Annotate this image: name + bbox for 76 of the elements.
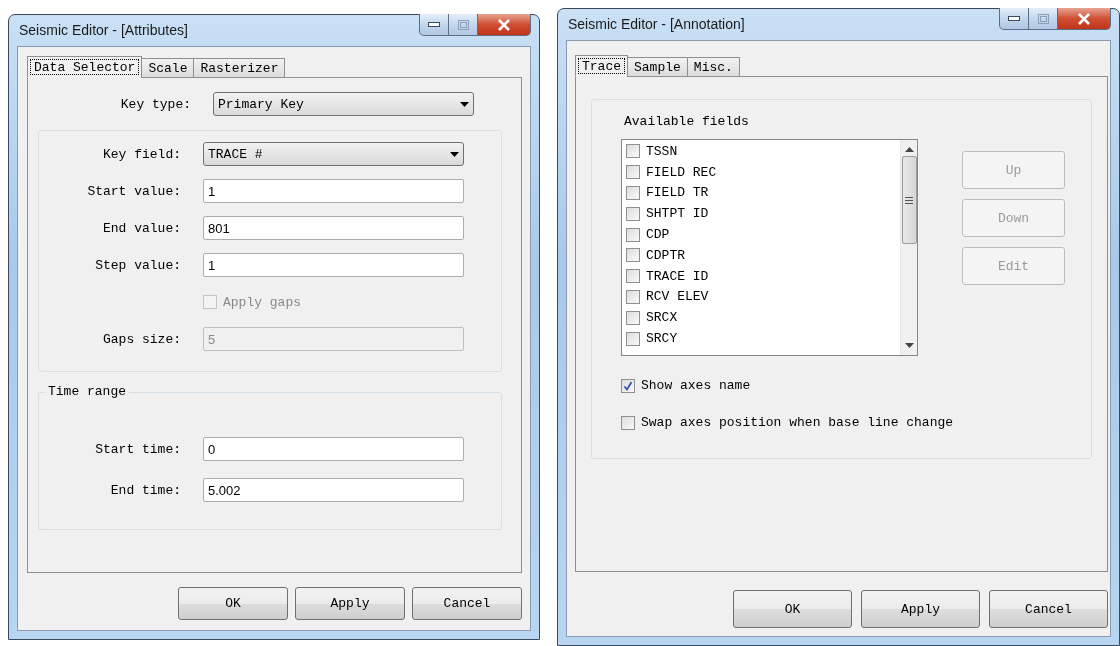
checkbox[interactable]: [626, 310, 640, 325]
checkbox[interactable]: [626, 331, 640, 346]
field-label: End time:: [109, 482, 181, 498]
checkbox[interactable]: [626, 165, 640, 180]
checkbox[interactable]: [626, 248, 640, 263]
close-icon: [1077, 12, 1091, 25]
field-label: Key type:: [119, 96, 191, 112]
field-label: Gaps size:: [102, 331, 181, 347]
tab[interactable]: Trace: [575, 55, 628, 77]
scroll-down-icon: [904, 343, 914, 348]
checkbox-label: Show axes name: [641, 378, 751, 393]
field-label: Start value:: [86, 183, 181, 199]
tab[interactable]: Rasterizer: [193, 58, 286, 78]
list-item[interactable]: TRACE ID: [646, 268, 709, 284]
maximize-button[interactable]: [1028, 8, 1058, 30]
grip-icon: [905, 196, 913, 204]
input-field[interactable]: 1: [203, 253, 464, 277]
close-button[interactable]: [477, 14, 531, 36]
dialog-button[interactable]: Cancel: [412, 587, 522, 620]
checkbox[interactable]: [621, 415, 635, 430]
close-button[interactable]: [1057, 8, 1111, 30]
list-label: Available fields: [624, 114, 750, 129]
field-label: Key field:: [102, 146, 181, 162]
checkbox[interactable]: [626, 227, 640, 242]
input-field[interactable]: 801: [203, 216, 464, 240]
tab[interactable]: Sample: [627, 57, 688, 77]
input-field[interactable]: 5.002: [203, 478, 464, 502]
minimize-icon: [1008, 16, 1020, 21]
tab[interactable]: Scale: [141, 58, 195, 78]
close-icon: [497, 18, 511, 31]
list-item[interactable]: TSSN: [646, 143, 678, 159]
caret-icon: [450, 151, 459, 157]
dropdown[interactable]: TRACE #: [203, 142, 464, 166]
field-label: Step value:: [94, 257, 181, 273]
field-label: End value:: [102, 220, 181, 236]
dialog-button[interactable]: Apply: [861, 590, 980, 628]
checkbox-label: Apply gaps: [223, 294, 301, 310]
tab[interactable]: Data Selector: [27, 56, 143, 78]
dialog-button[interactable]: Cancel: [989, 590, 1108, 628]
tab[interactable]: Misc.: [686, 57, 740, 77]
list-item[interactable]: CDP: [646, 227, 670, 243]
list-box[interactable]: TSSN FIELD REC FIELD TR SHTPT ID CDP CDPTR TRACE ID RCV ELEV SRCX SRCY: [621, 139, 918, 356]
minimize-button[interactable]: [999, 8, 1029, 30]
list-item[interactable]: SRCY: [646, 331, 678, 347]
window-title: Seismic Editor - [Annotation]: [568, 16, 745, 32]
scroll-up-icon: [904, 147, 914, 152]
input-field[interactable]: 0: [203, 437, 464, 461]
minimize-icon: [428, 22, 440, 27]
checkbox[interactable]: [626, 269, 640, 284]
maximize-icon: [457, 19, 469, 30]
list-item[interactable]: FIELD REC: [646, 164, 717, 180]
list-item[interactable]: SHTPT ID: [646, 206, 709, 222]
group-title: Time range: [45, 384, 129, 399]
list-item[interactable]: RCV ELEV: [646, 289, 709, 305]
input-field[interactable]: 1: [203, 179, 464, 203]
scrollbar[interactable]: [900, 140, 917, 355]
dialog-button[interactable]: OK: [733, 590, 852, 628]
dropdown[interactable]: Primary Key: [213, 92, 474, 116]
maximize-icon: [1037, 13, 1049, 24]
scroll-thumb[interactable]: [901, 156, 917, 244]
field-label: Start time:: [94, 441, 181, 457]
minimize-button[interactable]: [419, 14, 449, 36]
checkbox[interactable]: [626, 186, 640, 200]
checkbox[interactable]: [621, 378, 635, 393]
list-item[interactable]: CDPTR: [646, 247, 685, 263]
checkbox[interactable]: [626, 206, 640, 221]
window-title: Seismic Editor - [Attributes]: [19, 22, 188, 38]
list-item[interactable]: SRCX: [646, 310, 678, 326]
caret-icon: [460, 101, 469, 107]
checkbox[interactable]: [626, 289, 640, 304]
checkbox-label: Swap axes position when base line change: [641, 415, 954, 430]
dialog-button[interactable]: Apply: [295, 587, 405, 620]
checkbox[interactable]: [626, 144, 640, 159]
list-item[interactable]: FIELD TR: [646, 185, 709, 201]
dialog-button[interactable]: OK: [178, 587, 288, 620]
maximize-button[interactable]: [448, 14, 478, 36]
